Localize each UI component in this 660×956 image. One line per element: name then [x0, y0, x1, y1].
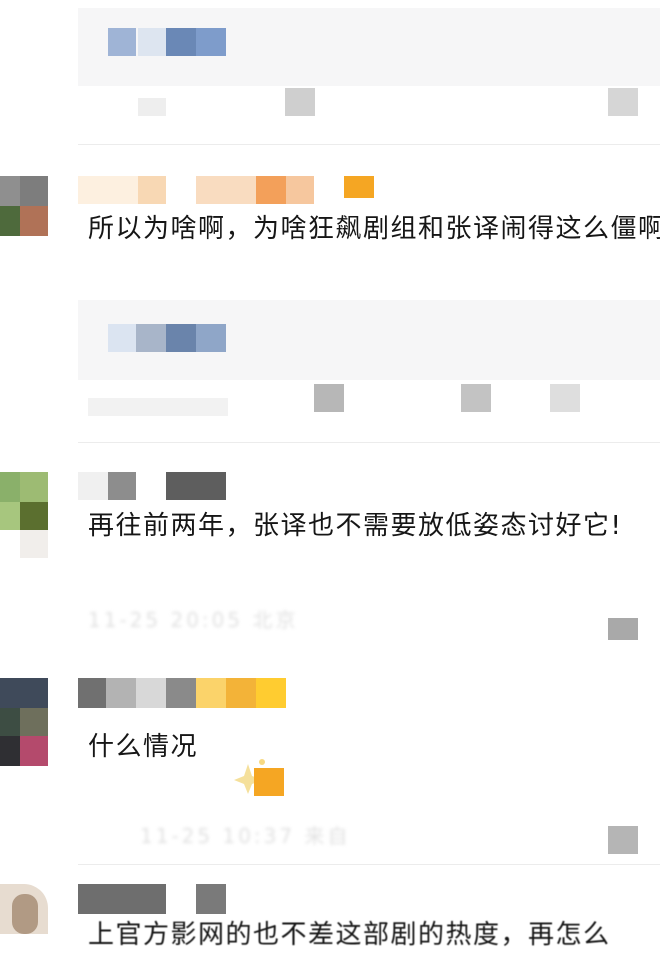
mosaic-block [286, 176, 314, 204]
mosaic-block [0, 176, 20, 206]
blurred-username[interactable] [78, 472, 238, 500]
reply-icon[interactable] [461, 384, 491, 412]
blurred-username[interactable] [78, 884, 248, 914]
like-icon[interactable] [608, 826, 638, 854]
mosaic-block [20, 502, 48, 530]
reply-preview-box[interactable] [78, 8, 660, 86]
mosaic-block [136, 678, 166, 708]
divider [78, 144, 660, 145]
mosaic-block [166, 472, 226, 500]
mosaic-block [78, 176, 138, 204]
avatar[interactable] [0, 472, 48, 558]
reply-icon[interactable] [608, 88, 638, 116]
mosaic-block [138, 176, 166, 204]
mosaic-block [166, 324, 196, 352]
mosaic-block [20, 708, 48, 736]
mosaic-block [256, 678, 286, 708]
divider [78, 442, 660, 443]
mosaic-block [0, 206, 20, 236]
vip-badge-icon [344, 176, 374, 198]
mosaic-block [78, 884, 166, 914]
mosaic-block [20, 530, 48, 558]
mosaic-block [0, 708, 20, 736]
comment-meta: 11-25 20:05 北京 [88, 608, 299, 632]
mosaic-block [0, 736, 20, 766]
avatar[interactable] [0, 176, 48, 236]
mosaic-block [196, 678, 226, 708]
blurred-meta [138, 98, 166, 116]
like-icon[interactable] [608, 618, 638, 640]
avatar[interactable] [0, 678, 48, 766]
mosaic-block [226, 678, 256, 708]
comment-text: 再往前两年，张译也不需要放低姿态讨好它! [88, 511, 623, 541]
avatar[interactable] [0, 884, 48, 934]
blurred-username-mosaic [108, 28, 136, 56]
mosaic-block [12, 894, 38, 934]
mosaic-block [78, 472, 108, 500]
mosaic-block [196, 884, 226, 914]
mosaic-block [166, 28, 196, 56]
mosaic-block [256, 176, 286, 204]
mosaic-block [196, 176, 256, 204]
like-icon[interactable] [285, 88, 315, 116]
comment-text: 上官方影网的也不差这部剧的热度，再怎么 [88, 920, 611, 950]
mosaic-block [0, 472, 20, 502]
mosaic-block [136, 324, 166, 352]
comment-text: 什么情况 [88, 732, 199, 762]
mosaic-block [0, 678, 48, 708]
more-icon[interactable] [550, 384, 580, 412]
blurred-username[interactable] [78, 176, 378, 204]
blurred-meta [88, 398, 228, 416]
mosaic-block [196, 324, 226, 352]
mosaic-block [138, 28, 166, 56]
emoji-mosaic-block [254, 768, 284, 796]
mosaic-block [106, 678, 136, 708]
mosaic-block [108, 324, 136, 352]
mosaic-block [78, 678, 106, 708]
mosaic-block [196, 28, 226, 56]
mosaic-block [20, 472, 48, 502]
reply-preview-box[interactable] [78, 300, 660, 380]
mosaic-block [108, 472, 136, 500]
mosaic-block [0, 502, 20, 530]
divider [78, 864, 660, 865]
mosaic-block [20, 176, 48, 206]
mosaic-block [166, 678, 196, 708]
comment-text: 所以为啥啊，为啥狂飙剧组和张译闹得这么僵啊 [88, 214, 660, 244]
mosaic-block [20, 736, 48, 766]
comment-meta: 11-25 10:37 来自 [140, 824, 351, 848]
blurred-username[interactable] [78, 678, 288, 708]
like-icon[interactable] [314, 384, 344, 412]
mosaic-block [20, 206, 48, 236]
